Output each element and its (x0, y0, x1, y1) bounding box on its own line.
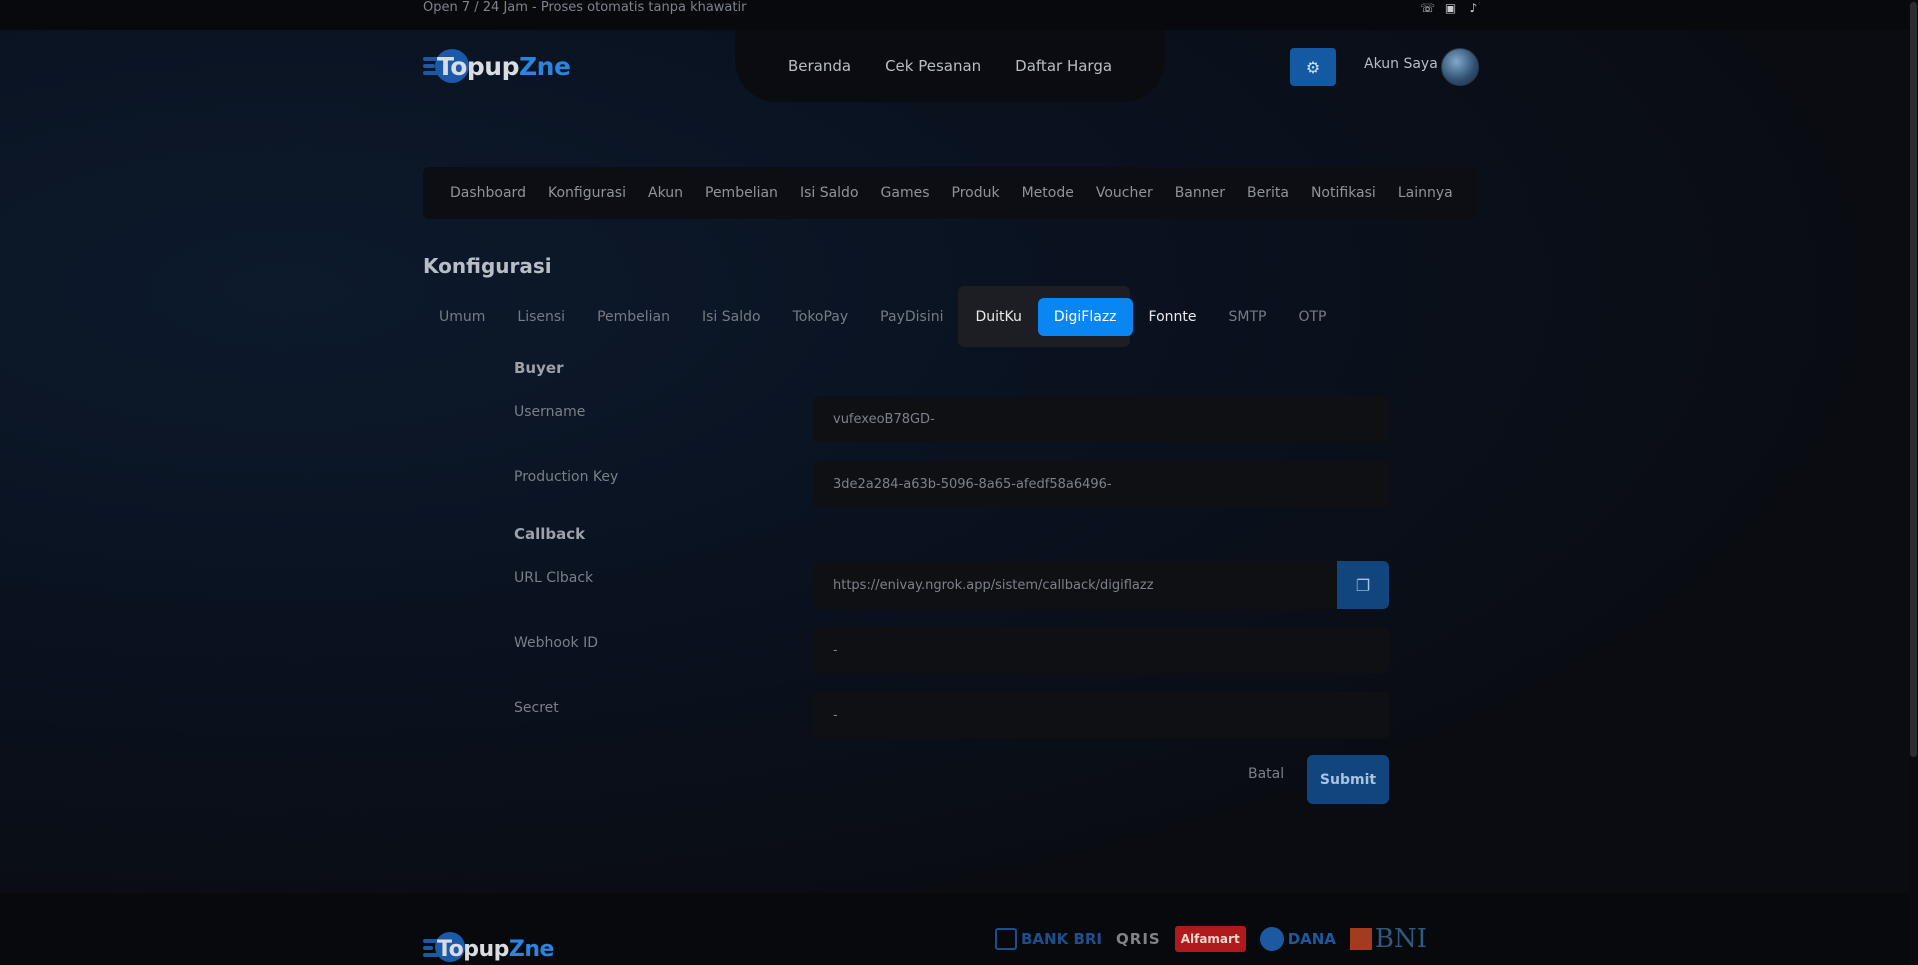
callback-section-title: Callback (514, 525, 586, 543)
tab-digiflazz[interactable]: DigiFlazz (1037, 298, 1133, 336)
bank-bri-logo: BANK BRI (995, 924, 1102, 954)
avatar[interactable] (1441, 48, 1479, 86)
subnav-dashboard[interactable]: Dashboard (450, 185, 526, 201)
main-nav: Beranda Cek Pesanan Daftar Harga (735, 30, 1165, 102)
subnav-games[interactable]: Games (881, 185, 930, 201)
whatsapp-icon[interactable]: ☏ (1420, 0, 1435, 15)
tab-paydisini[interactable]: PayDisini (864, 300, 959, 334)
logo-text: TopupZne (437, 51, 571, 81)
buyer-section-title: Buyer (514, 359, 564, 377)
logo-text: TopupZne (437, 936, 554, 962)
production-key-label: Production Key (514, 469, 619, 485)
header-logo[interactable]: TopupZne (423, 49, 571, 83)
cancel-button[interactable]: Batal (1248, 766, 1284, 782)
subnav-berita[interactable]: Berita (1247, 185, 1289, 201)
nav-beranda[interactable]: Beranda (788, 57, 851, 75)
qris-logo: QRIS (1116, 930, 1161, 948)
page-title: Konfigurasi (423, 254, 552, 278)
tab-umum[interactable]: Umum (423, 300, 501, 334)
page-scrollbar[interactable] (1909, 0, 1918, 965)
subnav-lainnya[interactable]: Lainnya (1398, 185, 1453, 201)
footer-logo[interactable]: TopupZne (423, 932, 554, 965)
gear-icon: ⚙ (1305, 57, 1321, 77)
alfamart-logo: Alfamart (1174, 926, 1246, 952)
tab-duitku[interactable]: DuitKu (959, 300, 1037, 334)
webhook-id-label: Webhook ID (514, 635, 598, 651)
tab-otp[interactable]: OTP (1282, 300, 1342, 334)
subnav-voucher[interactable]: Voucher (1096, 185, 1153, 201)
subnav-produk[interactable]: Produk (952, 185, 1000, 201)
subnav-pembelian[interactable]: Pembelian (705, 185, 778, 201)
subnav-notifikasi[interactable]: Notifikasi (1311, 185, 1376, 201)
tagline: Open 7 / 24 Jam - Proses otomatis tanpa … (423, 0, 747, 15)
subnav-metode[interactable]: Metode (1022, 185, 1074, 201)
url-callback-label: URL Clback (514, 570, 594, 586)
tab-isi-saldo[interactable]: Isi Saldo (686, 300, 777, 334)
tab-tokopay[interactable]: TokoPay (777, 300, 865, 334)
subnav-konfigurasi[interactable]: Konfigurasi (548, 185, 626, 201)
footer: TopupZne (0, 893, 1918, 965)
tab-lisensi[interactable]: Lisensi (501, 300, 581, 334)
subnav-banner[interactable]: Banner (1175, 185, 1225, 201)
topbar: Open 7 / 24 Jam - Proses otomatis tanpa … (0, 0, 1918, 30)
dana-logo: DANA (1259, 924, 1336, 954)
nav-daftar-harga[interactable]: Daftar Harga (1015, 57, 1112, 75)
secret-field[interactable]: - (813, 692, 1389, 738)
tab-smtp[interactable]: SMTP (1213, 300, 1283, 334)
admin-subnav: Dashboard Konfigurasi Akun Pembelian Isi… (423, 167, 1477, 219)
webhook-id-field[interactable]: - (813, 627, 1389, 673)
tab-fonnte[interactable]: Fonnte (1133, 300, 1213, 334)
tiktok-icon[interactable]: ♪ (1466, 0, 1481, 15)
username-label: Username (514, 404, 586, 420)
social-links: ☏ ▣ ♪ (1420, 0, 1481, 15)
bni-logo: BNI (1349, 924, 1427, 954)
payment-logos: BANK BRI QRIS Alfamart DANA BNI (995, 924, 1427, 954)
config-tabs: Umum Lisensi Pembelian Isi Saldo TokoPay… (423, 298, 1342, 336)
nav-cek-pesanan[interactable]: Cek Pesanan (885, 57, 981, 75)
settings-button[interactable]: ⚙ (1290, 48, 1336, 86)
username-field[interactable]: vufexeoB78GD- (813, 396, 1389, 442)
subnav-isi-saldo[interactable]: Isi Saldo (800, 185, 859, 201)
secret-label: Secret (514, 700, 559, 716)
subnav-akun[interactable]: Akun (648, 185, 683, 201)
copy-icon: ❐ (1355, 575, 1371, 595)
submit-button[interactable]: Submit (1307, 755, 1389, 804)
scrollbar-thumb[interactable] (1910, 2, 1917, 757)
production-key-field[interactable]: 3de2a284-a63b-5096-8a65-afedf58a6496- (813, 461, 1389, 507)
account-label[interactable]: Akun Saya (1364, 56, 1438, 72)
url-callback-field[interactable]: https://enivay.ngrok.app/sistem/callback… (813, 561, 1337, 609)
tab-pembelian[interactable]: Pembelian (581, 300, 686, 334)
copy-url-button[interactable]: ❐ (1337, 561, 1389, 609)
instagram-icon[interactable]: ▣ (1443, 0, 1458, 15)
